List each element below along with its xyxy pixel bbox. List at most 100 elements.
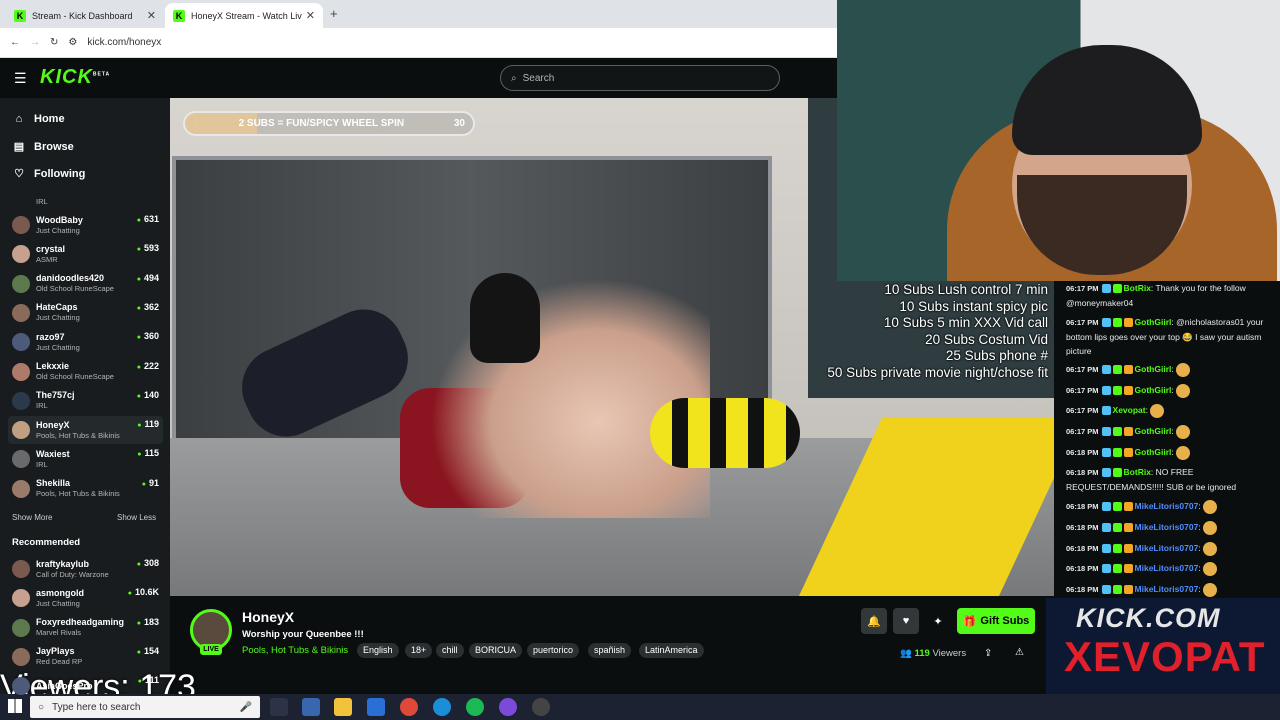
chat-message: 06:18 PM BotRix: NO FREE REQUEST/DEMANDS!… — [1066, 465, 1278, 494]
chat-emote-icon — [1176, 383, 1191, 398]
forward-icon[interactable]: → — [30, 37, 40, 48]
chat-username[interactable]: GothGiirl — [1135, 364, 1172, 374]
channel-viewers: 362 — [137, 302, 159, 312]
sidebar-channel[interactable]: crystalASMR 593 — [8, 240, 163, 268]
chat-username[interactable]: Xevopat — [1113, 405, 1146, 415]
stream-category-link[interactable]: Pools, Hot Tubs & Bikinis — [242, 645, 348, 656]
url-text[interactable]: kick.com/honeyx — [87, 37, 161, 48]
channel-name: Foxyredheadgaming — [36, 617, 125, 628]
sidebar-channel[interactable]: The757cjIRL 140 — [8, 387, 163, 415]
channel-category: Just Chatting — [36, 313, 80, 323]
sidebar-channel[interactable]: HateCapsJust Chatting 362 — [8, 299, 163, 327]
sidebar-channel[interactable]: WoodBabyJust Chatting 631 — [8, 211, 163, 239]
chat-badge-icon — [1112, 365, 1122, 375]
channel-viewers: 494 — [137, 273, 159, 283]
sub-goal-bar: 8 2 SUBS = FUN/SPICY WHEEL SPIN 30 — [183, 111, 475, 136]
streamer-name[interactable]: HoneyX — [242, 609, 294, 625]
tag-chip[interactable]: 18+ — [405, 643, 433, 658]
chat-username[interactable]: GothGiirl — [1135, 385, 1172, 395]
menu-line: 10 Subs 5 min XXX Vid call — [883, 315, 1048, 330]
chat-username[interactable]: BotRix — [1124, 467, 1151, 477]
sidebar-channel[interactable]: WaxiestIRL 115 — [8, 445, 163, 473]
sidebar-channel[interactable]: FoxyredheadgamingMarvel Rivals 183 — [8, 614, 163, 642]
close-tab-icon[interactable]: ✕ — [306, 9, 315, 22]
channel-avatar — [12, 479, 30, 498]
spotify-icon[interactable] — [466, 698, 484, 716]
chat-username[interactable]: GothGiirl — [1135, 317, 1172, 327]
channel-viewers: 154 — [137, 646, 159, 656]
microphone-icon[interactable]: 🎤 — [240, 702, 252, 713]
chat-badge-icon — [1101, 585, 1111, 595]
channel-name: kraftykaylub — [36, 558, 90, 569]
obs-icon[interactable] — [532, 698, 550, 716]
gift-subs-button[interactable]: 🎁 Gift Subs — [957, 608, 1035, 634]
share-icon[interactable]: ⇪ — [984, 648, 992, 659]
channel-name: WoodBaby — [36, 214, 83, 225]
chat-badge-icon — [1101, 284, 1111, 294]
sidebar-channel[interactable]: danidoodles420Old School RuneScape 494 — [8, 270, 163, 298]
chat-username[interactable]: MikeLitoris0707 — [1135, 522, 1199, 532]
sidebar-channel[interactable]: kraftykaylubCall of Duty: Warzone 308 — [8, 555, 163, 583]
channel-category: IRL — [36, 459, 48, 469]
search-input[interactable]: ⌕ Search — [500, 65, 780, 91]
report-icon[interactable]: ⚠ — [1015, 647, 1024, 658]
sidebar-channel[interactable]: razo97Just Chatting 360 — [8, 328, 163, 356]
nav-browse[interactable]: ▤ Browse — [12, 140, 74, 154]
nav-following[interactable]: ♡ Following — [12, 167, 85, 181]
chat-username[interactable]: MikeLitoris0707 — [1135, 501, 1199, 511]
chat-badge-icon — [1101, 427, 1111, 437]
sidebar-channel[interactable]: AsiaGoesPro 111 — [8, 672, 163, 700]
tag-chip[interactable]: BORICUA — [469, 643, 523, 658]
nav-home[interactable]: ⌂ Home — [12, 113, 65, 125]
follow-button[interactable]: ♥ — [893, 608, 919, 634]
edge-icon[interactable] — [433, 698, 451, 716]
store-icon[interactable] — [302, 698, 320, 716]
sidebar-channel[interactable]: LekxxieOld School RuneScape 222 — [8, 358, 163, 386]
channel-viewers: 631 — [137, 214, 159, 224]
back-icon[interactable]: ← — [10, 37, 20, 48]
show-less-link[interactable]: Show Less — [117, 513, 156, 522]
show-more-link[interactable]: Show More — [12, 513, 52, 522]
file-explorer-icon[interactable] — [334, 698, 352, 716]
notification-bell-button[interactable]: 🔔 — [861, 608, 887, 634]
chat-username[interactable]: MikeLitoris0707 — [1135, 584, 1199, 594]
browser-tab-active[interactable]: K HoneyX Stream - Watch Liv ✕ — [165, 3, 323, 28]
chat-username[interactable]: MikeLitoris0707 — [1135, 563, 1199, 573]
chrome-icon[interactable] — [400, 698, 418, 716]
tag-chip[interactable]: LatinAmerica — [639, 643, 704, 658]
tag-chip[interactable]: spañish — [588, 643, 632, 658]
tag-chip[interactable]: puertorico — [527, 643, 580, 658]
chat-username[interactable]: GothGiirl — [1135, 447, 1172, 457]
chat-panel: 06:17 PM BotRix: Thank you for the follow… — [1054, 281, 1280, 598]
site-info-icon[interactable]: ⚙ — [68, 37, 77, 48]
sidebar-channel[interactable]: HoneyXPools, Hot Tubs & Bikinis 119 — [8, 416, 163, 445]
chat-badge-icon — [1101, 564, 1111, 574]
sparkle-button[interactable]: ✦ — [925, 608, 951, 634]
chat-username[interactable]: BotRix — [1124, 283, 1151, 293]
browser-tab[interactable]: K Stream - Kick Dashboard ✕ — [6, 3, 164, 28]
kick-logo[interactable]: KICKBETA — [40, 66, 110, 89]
chat-badge-icon — [1112, 585, 1122, 595]
close-tab-icon[interactable]: ✕ — [147, 9, 156, 22]
webcam-overlay — [837, 0, 1280, 281]
chat-badge-icon — [1101, 523, 1111, 533]
sidebar-channel[interactable]: ShekillaPools, Hot Tubs & Bikinis 91 — [8, 475, 163, 503]
windows-start-icon[interactable] — [8, 699, 22, 713]
sidebar-channel[interactable]: JayPlaysRed Dead RP 154 — [8, 643, 163, 671]
sidebar-channel[interactable]: asmongoldJust Chatting 10.6K — [8, 584, 163, 612]
channel-viewers: 111 — [138, 675, 159, 685]
tag-chip[interactable]: English — [357, 643, 399, 658]
mail-icon[interactable] — [367, 698, 385, 716]
chat-badge-icon — [1112, 564, 1122, 574]
live-badge: LIVE — [200, 644, 222, 655]
channel-name: The757cj — [36, 390, 75, 401]
new-tab-icon[interactable]: + — [330, 6, 338, 21]
menu-icon[interactable]: ☰ — [14, 70, 27, 87]
reload-icon[interactable]: ↻ — [50, 37, 58, 48]
chat-emote-icon — [1203, 561, 1218, 576]
tag-chip[interactable]: chill — [436, 643, 464, 658]
chat-username[interactable]: GothGiirl — [1135, 426, 1172, 436]
task-view-icon[interactable] — [270, 698, 288, 716]
app-icon[interactable] — [499, 698, 517, 716]
chat-username[interactable]: MikeLitoris0707 — [1135, 543, 1199, 553]
